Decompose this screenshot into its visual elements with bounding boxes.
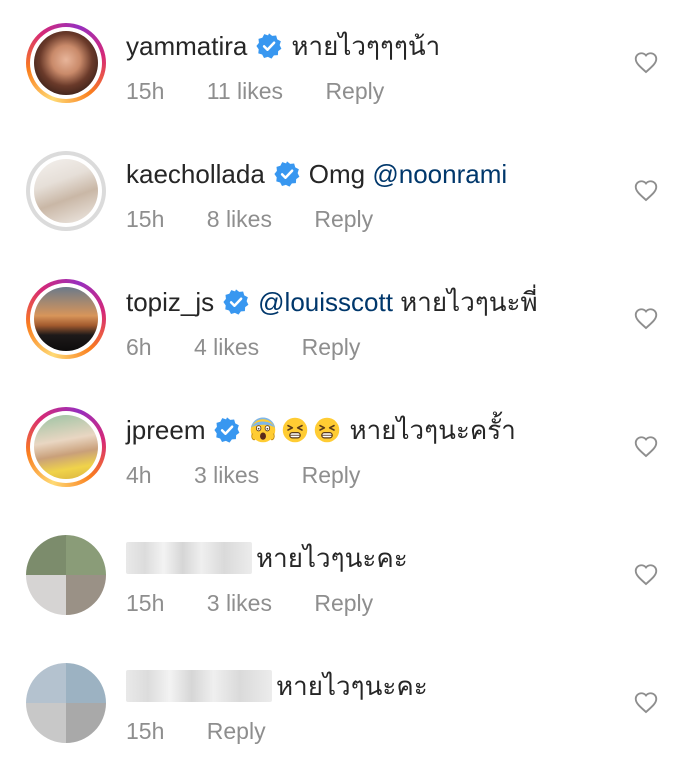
verified-badge-icon	[223, 289, 249, 315]
comment-time[interactable]: 15h	[126, 78, 164, 104]
reply-button[interactable]: Reply	[325, 78, 384, 104]
avatar	[34, 415, 98, 479]
comment-time[interactable]: 15h	[126, 206, 164, 232]
avatar	[34, 31, 98, 95]
reply-button[interactable]: Reply	[314, 206, 373, 232]
like-heart-icon[interactable]	[632, 688, 660, 716]
reply-button[interactable]: Reply	[207, 718, 266, 744]
avatar-story-ring[interactable]	[26, 279, 106, 359]
verified-badge-icon	[214, 417, 240, 443]
username[interactable]: topiz_js	[126, 284, 214, 320]
comment-item: หายไวๆนะคะ 15h 3 likes Reply	[0, 512, 700, 640]
scream-emoji-icon	[251, 417, 276, 443]
comment-time[interactable]: 15h	[126, 590, 164, 616]
avatar-story-ring[interactable]	[26, 23, 106, 103]
blurred-username[interactable]	[126, 670, 272, 702]
tired-face-emoji-icon	[315, 417, 340, 443]
username[interactable]: yammatira	[126, 28, 247, 64]
comment-text: หายไวๆนะคะ	[276, 671, 428, 701]
mention-link[interactable]: @louisscott	[258, 284, 393, 320]
reply-button[interactable]: Reply	[314, 590, 373, 616]
avatar-blurred[interactable]	[26, 535, 106, 615]
comment-list: yammatira หายไวๆๆๆน้า 15h 11 likes Reply…	[0, 0, 700, 772]
verified-badge-icon	[274, 161, 300, 187]
username[interactable]: kaechollada	[126, 156, 265, 192]
avatar-blurred[interactable]	[26, 663, 106, 743]
avatar	[34, 287, 98, 351]
comment-time[interactable]: 6h	[126, 334, 152, 360]
comment-item: kaechollada Omg @noonrami 15h 8 likes Re…	[0, 128, 700, 256]
comment-item: jpreem หายไวๆนะครั้า 4h 3 likes Reply	[0, 384, 700, 512]
avatar-story-ring[interactable]	[26, 151, 106, 231]
comment-text: หายไวๆนะพี่	[400, 287, 538, 317]
comment-time[interactable]: 15h	[126, 718, 164, 744]
mention-link[interactable]: @noonrami	[372, 156, 507, 192]
avatar	[26, 663, 106, 743]
blurred-username[interactable]	[126, 542, 252, 574]
like-heart-icon[interactable]	[632, 48, 660, 76]
tired-face-emoji-icon	[283, 417, 308, 443]
comment-item: topiz_js @louisscott หายไวๆนะพี่ 6h 4 li…	[0, 256, 700, 384]
comment-text: หายไวๆนะครั้า	[349, 415, 516, 445]
like-heart-icon[interactable]	[632, 176, 660, 204]
reply-button[interactable]: Reply	[302, 334, 361, 360]
comment-likes[interactable]: 3 likes	[194, 462, 259, 488]
reply-button[interactable]: Reply	[302, 462, 361, 488]
comment-item: หายไวๆนะคะ 15h Reply	[0, 640, 700, 768]
comment-time[interactable]: 4h	[126, 462, 152, 488]
like-heart-icon[interactable]	[632, 432, 660, 460]
comment-item: yammatira หายไวๆๆๆน้า 15h 11 likes Reply	[0, 0, 700, 128]
comment-text: Omg	[308, 159, 366, 189]
comment-likes[interactable]: 8 likes	[207, 206, 272, 232]
comment-likes[interactable]: 4 likes	[194, 334, 259, 360]
comment-text: หายไวๆๆๆน้า	[291, 31, 441, 61]
like-heart-icon[interactable]	[632, 304, 660, 332]
username[interactable]: jpreem	[126, 412, 205, 448]
avatar	[34, 159, 98, 223]
avatar-story-ring[interactable]	[26, 407, 106, 487]
like-heart-icon[interactable]	[632, 560, 660, 588]
verified-badge-icon	[256, 33, 282, 59]
comment-likes[interactable]: 11 likes	[207, 78, 283, 104]
avatar	[26, 535, 106, 615]
comment-likes[interactable]: 3 likes	[207, 590, 272, 616]
comment-text: หายไวๆนะคะ	[256, 543, 408, 573]
